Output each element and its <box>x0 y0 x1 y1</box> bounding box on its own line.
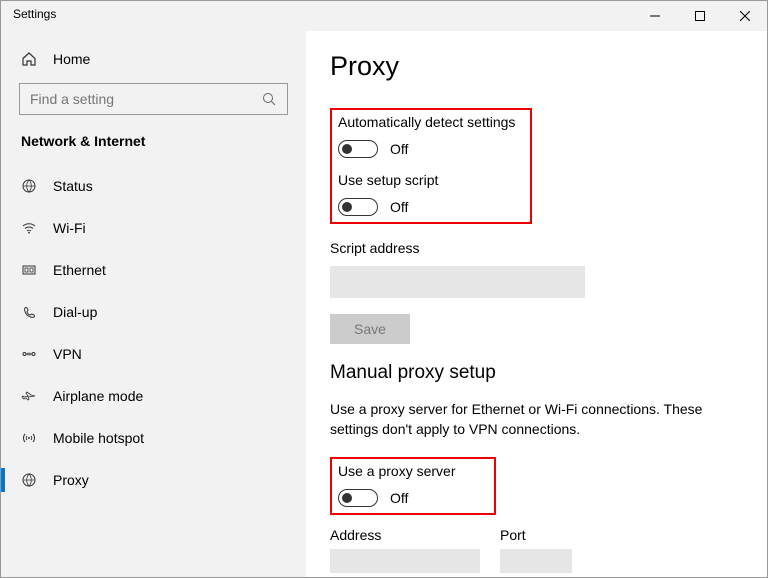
script-address-input[interactable] <box>330 266 585 298</box>
setup-script-state: Off <box>390 199 408 215</box>
titlebar: Settings <box>1 1 767 31</box>
use-proxy-label: Use a proxy server <box>338 463 488 479</box>
maximize-icon <box>695 11 705 21</box>
sidebar-item-label: Proxy <box>53 472 89 488</box>
sidebar-item-vpn[interactable]: VPN <box>1 333 306 375</box>
address-label: Address <box>330 527 480 543</box>
sidebar-item-label: Dial-up <box>53 304 97 320</box>
sidebar-item-label: Status <box>53 178 93 194</box>
sidebar-item-hotspot[interactable]: Mobile hotspot <box>1 417 306 459</box>
minimize-button[interactable] <box>632 1 677 31</box>
hotspot-icon <box>21 430 37 446</box>
close-icon <box>740 11 750 21</box>
setup-script-label: Use setup script <box>338 172 524 188</box>
sidebar: Home Network & Internet Status Wi-Fi <box>1 31 306 577</box>
use-proxy-toggle[interactable] <box>338 489 378 507</box>
sidebar-item-label: Airplane mode <box>53 388 143 404</box>
page-title: Proxy <box>330 51 743 82</box>
sidebar-item-wifi[interactable]: Wi-Fi <box>1 207 306 249</box>
sidebar-item-ethernet[interactable]: Ethernet <box>1 249 306 291</box>
sidebar-item-label: Ethernet <box>53 262 106 278</box>
search-input[interactable] <box>30 91 261 107</box>
dialup-icon <box>21 304 37 320</box>
home-label: Home <box>53 51 90 67</box>
window-controls <box>632 1 767 31</box>
home-icon <box>21 51 37 67</box>
sidebar-item-label: VPN <box>53 346 82 362</box>
maximize-button[interactable] <box>677 1 722 31</box>
content-pane: Proxy Automatically detect settings Off … <box>306 31 767 577</box>
status-icon <box>21 178 37 194</box>
sidebar-item-dialup[interactable]: Dial-up <box>1 291 306 333</box>
highlight-box-manual: Use a proxy server Off <box>330 457 496 515</box>
auto-detect-toggle[interactable] <box>338 140 378 158</box>
auto-detect-label: Automatically detect settings <box>338 114 524 130</box>
highlight-box-auto: Automatically detect settings Off Use se… <box>330 108 532 224</box>
category-heading: Network & Internet <box>1 127 306 165</box>
search-input-wrap[interactable] <box>19 83 288 115</box>
home-nav[interactable]: Home <box>1 41 306 77</box>
save-button[interactable]: Save <box>330 314 410 344</box>
use-proxy-state: Off <box>390 490 408 506</box>
sidebar-item-label: Mobile hotspot <box>53 430 144 446</box>
sidebar-item-airplane[interactable]: Airplane mode <box>1 375 306 417</box>
vpn-icon <box>21 346 37 362</box>
address-input[interactable] <box>330 549 480 573</box>
script-address-label: Script address <box>330 240 743 256</box>
manual-heading: Manual proxy setup <box>330 362 743 384</box>
sidebar-item-label: Wi-Fi <box>53 220 86 236</box>
port-input[interactable] <box>500 549 572 573</box>
manual-desc: Use a proxy server for Ethernet or Wi-Fi… <box>330 400 743 439</box>
proxy-icon <box>21 472 37 488</box>
airplane-icon <box>21 388 37 404</box>
auto-detect-state: Off <box>390 141 408 157</box>
setup-script-toggle[interactable] <box>338 198 378 216</box>
sidebar-item-status[interactable]: Status <box>1 165 306 207</box>
sidebar-item-proxy[interactable]: Proxy <box>1 459 306 501</box>
search-icon <box>261 91 277 107</box>
wifi-icon <box>21 220 37 236</box>
minimize-icon <box>650 11 660 21</box>
port-label: Port <box>500 527 572 543</box>
close-button[interactable] <box>722 1 767 31</box>
ethernet-icon <box>21 262 37 278</box>
window-title: Settings <box>1 1 632 21</box>
